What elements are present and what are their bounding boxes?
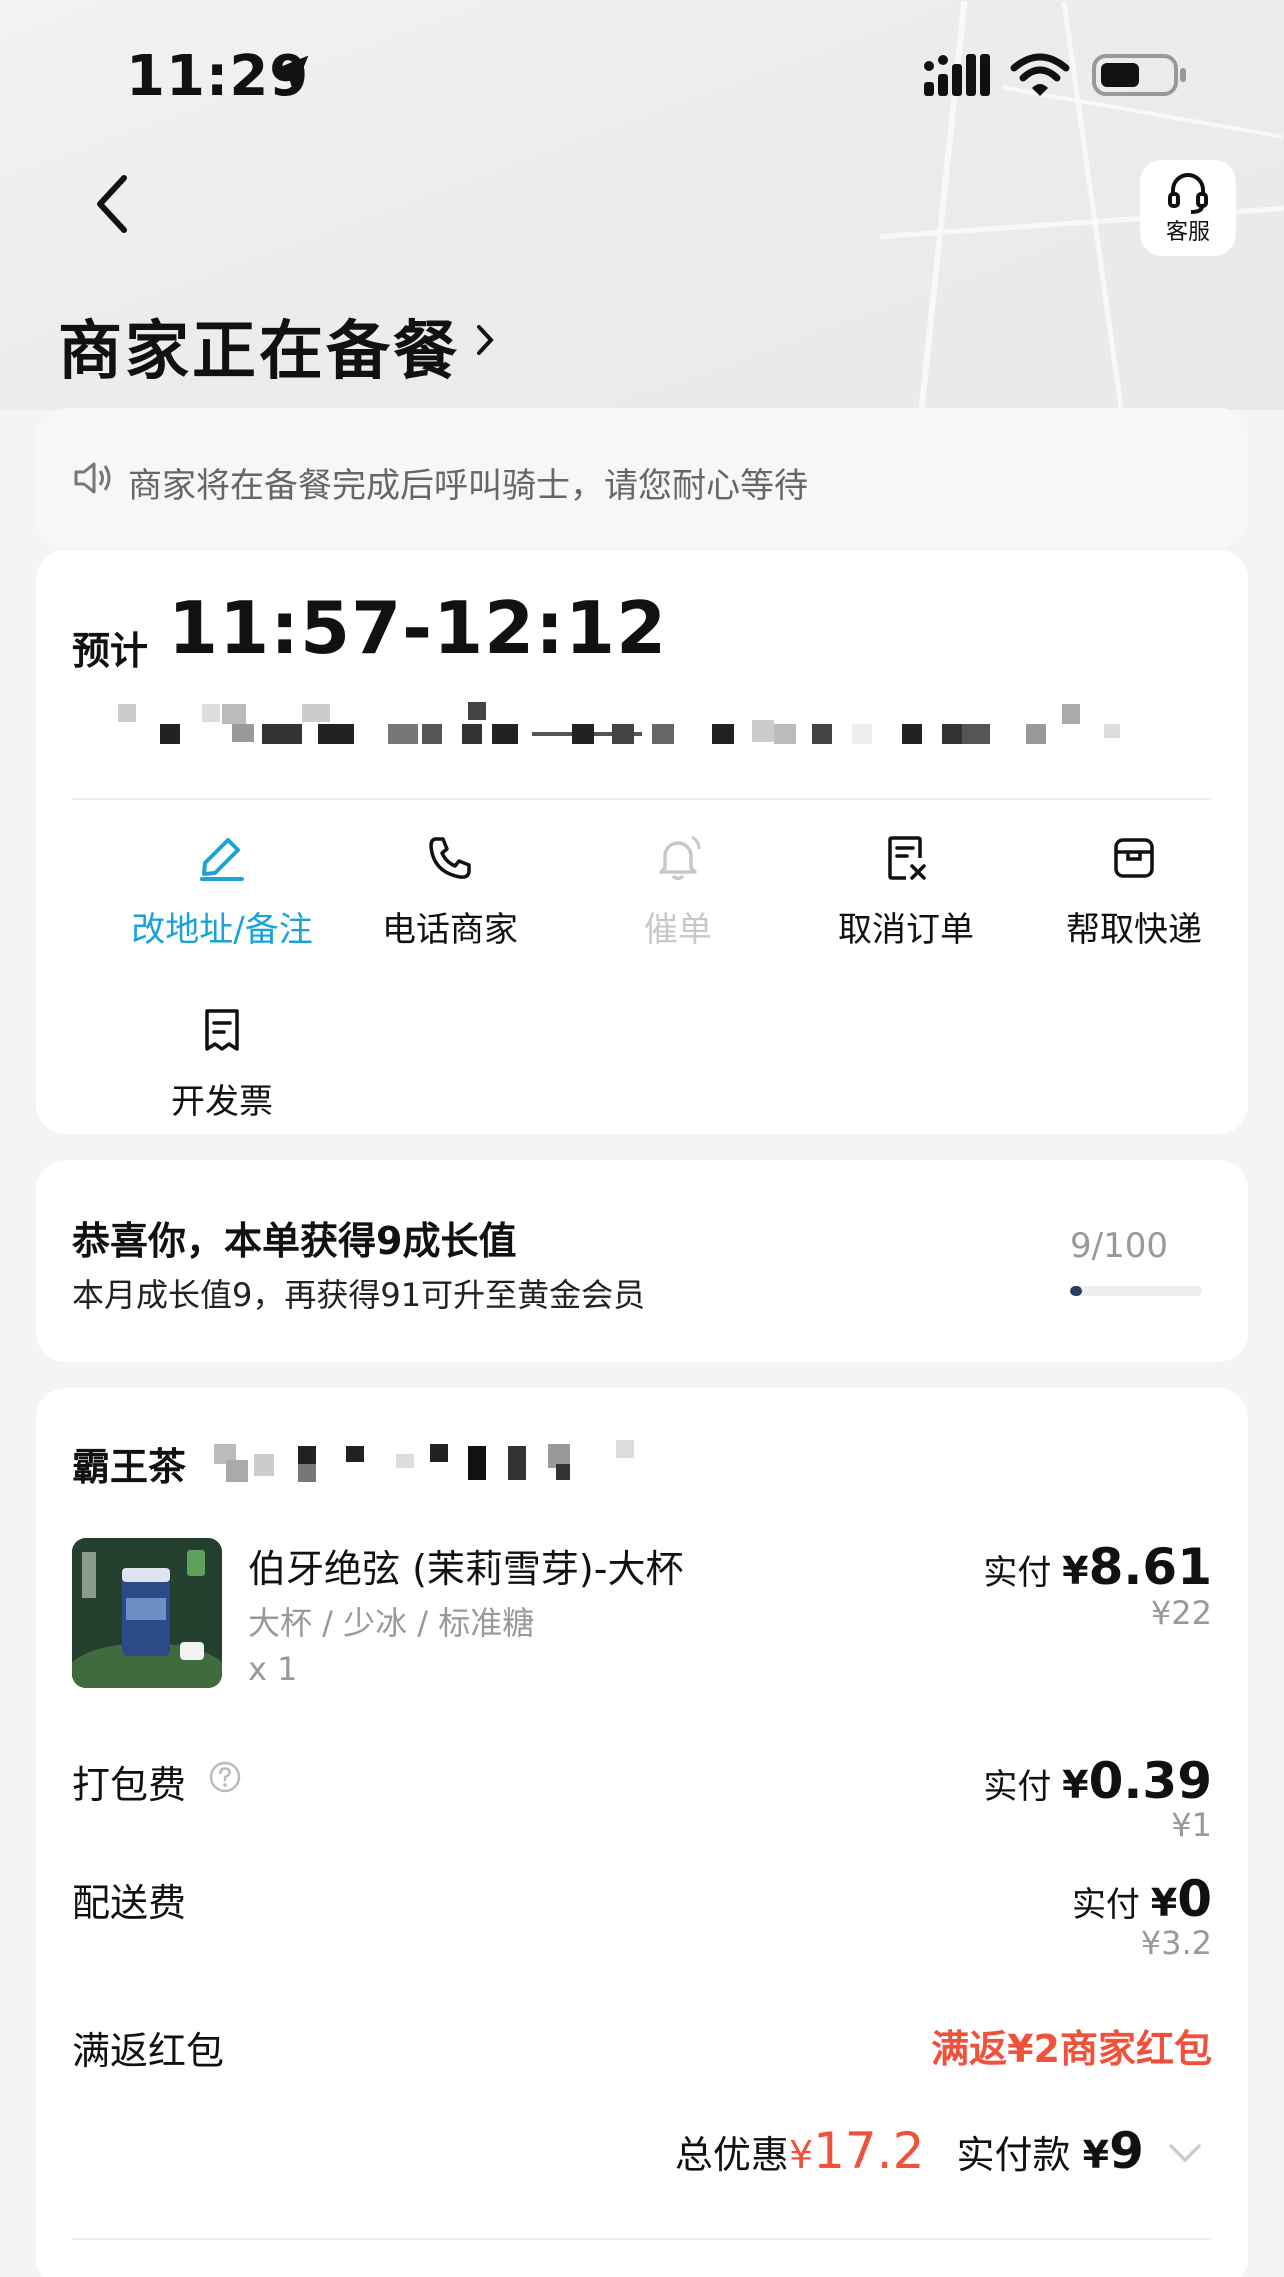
total-paid-label: 实付款: [956, 2133, 1071, 2177]
bell-icon: [659, 835, 701, 881]
notice-text: 商家将在备餐完成后呼叫骑士，请您耐心等待: [128, 466, 808, 506]
delivery-paid-value: 0: [1177, 1870, 1212, 1928]
wifi-icon: [1010, 53, 1070, 96]
item-original-price: ¥22: [1150, 1594, 1212, 1632]
phone-icon: [429, 837, 471, 879]
divider: [72, 2238, 1212, 2240]
change-address-note-button[interactable]: 改地址/备注: [108, 834, 336, 951]
issue-invoice-button[interactable]: 开发票: [108, 1006, 336, 1123]
delivery-original-price: ¥3.2: [1140, 1924, 1212, 1962]
shop-name-redacted: [186, 1440, 646, 1484]
cancel-order-button[interactable]: 取消订单: [792, 834, 1020, 951]
growth-title: 恭喜你，本单获得9成长值: [72, 1219, 517, 1263]
delivery-paid-amount: 实付 ¥0: [1072, 1870, 1212, 1928]
edit-pen-icon: [200, 838, 244, 881]
item-paid-currency: ¥: [1062, 1549, 1089, 1593]
growth-progress-bar: [1070, 1286, 1202, 1296]
delivery-paid-currency: ¥: [1150, 1881, 1178, 1925]
item-paid-value: 8.61: [1088, 1538, 1212, 1596]
speaker-icon: [74, 462, 111, 494]
cellular-signal-icon: [924, 54, 990, 96]
urge-order-label: 催单: [644, 910, 712, 950]
customer-service-label: 客服: [1165, 220, 1210, 245]
divider: [72, 798, 1212, 800]
total-paid-currency: ¥: [1082, 2133, 1110, 2177]
cancel-doc-icon: [888, 836, 926, 880]
headset-icon: [1168, 173, 1208, 214]
product-image[interactable]: [72, 1538, 222, 1688]
customer-service-button[interactable]: 客服: [1140, 160, 1236, 256]
promo-value: 满返¥2商家红包: [931, 2027, 1212, 2071]
delivery-fee-label: 配送费: [72, 1881, 187, 1925]
location-arrow-icon: [271, 55, 309, 93]
cancel-order-label: 取消订单: [838, 910, 974, 950]
total-paid-value: 9: [1109, 2122, 1144, 2180]
chevron-down-icon[interactable]: [1168, 2142, 1202, 2164]
package-icon: [1114, 838, 1154, 878]
address-redacted: [72, 698, 1132, 744]
change-address-note-label: 改地址/备注: [131, 910, 313, 950]
receipt-icon: [205, 1009, 239, 1051]
total-discount-value: 17.2: [813, 2122, 925, 2180]
product-name[interactable]: 伯牙绝弦 (茉莉雪芽)-大杯: [248, 1538, 683, 1593]
eta-label: 预计: [72, 629, 149, 673]
call-merchant-button[interactable]: 电话商家: [336, 834, 564, 951]
eta-time: 11:57-12:12: [168, 586, 668, 670]
pickup-express-button[interactable]: 帮取快递: [1020, 834, 1248, 951]
item-paid-label: 实付: [983, 1553, 1052, 1593]
packing-paid-value: 0.39: [1088, 1752, 1212, 1810]
packing-paid-currency: ¥: [1062, 1763, 1089, 1807]
packing-paid-label: 实付: [983, 1767, 1052, 1807]
total-discount-label: 总优惠: [674, 2133, 789, 2177]
packing-paid-amount: 实付 ¥0.39: [983, 1752, 1212, 1810]
order-card: 霸王茶 伯牙绝弦 (茉莉雪芽)-大杯 大杯 / 少冰 / 标准糖 x 1 实付: [36, 1388, 1248, 2277]
growth-subtitle: 本月成长值9，再获得91可升至黄金会员: [72, 1276, 646, 1314]
packing-fee-label: 打包费: [72, 1763, 187, 1807]
promo-label: 满返红包: [72, 2029, 225, 2073]
chevron-right-icon[interactable]: [474, 322, 496, 358]
help-circle-icon[interactable]: [208, 1760, 242, 1794]
order-status-title[interactable]: 商家正在备餐: [58, 300, 460, 392]
notice-bar: 商家将在备餐完成后呼叫骑士，请您耐心等待: [36, 408, 1248, 548]
delivery-paid-label: 实付: [1071, 1885, 1140, 1925]
item-paid-amount: 实付 ¥8.61: [983, 1538, 1212, 1596]
call-merchant-label: 电话商家: [382, 910, 518, 950]
order-summary[interactable]: 总优惠¥17.2 实付款 ¥9: [675, 2122, 1212, 2180]
total-discount-currency: ¥: [788, 2133, 814, 2177]
growth-card[interactable]: 恭喜你，本单获得9成长值 本月成长值9，再获得91可升至黄金会员 9/100: [36, 1160, 1248, 1362]
pickup-express-label: 帮取快递: [1066, 910, 1202, 950]
delivery-info-card: 预计 11:57-12:12 改地址/备注 电话商家 催单 取消订单 帮取快递 …: [36, 550, 1248, 1134]
shop-name[interactable]: 霸王茶: [72, 1436, 186, 1491]
issue-invoice-label: 开发票: [171, 1082, 273, 1122]
back-arrow-icon[interactable]: [92, 172, 132, 236]
battery-icon: [1092, 54, 1186, 96]
growth-progress-fill: [1070, 1286, 1082, 1296]
urge-order-button[interactable]: 催单: [564, 834, 792, 951]
growth-count: 9/100: [1070, 1226, 1168, 1266]
packing-original-price: ¥1: [1171, 1806, 1212, 1844]
product-spec: 大杯 / 少冰 / 标准糖: [248, 1604, 535, 1642]
product-quantity: x 1: [248, 1650, 298, 1688]
